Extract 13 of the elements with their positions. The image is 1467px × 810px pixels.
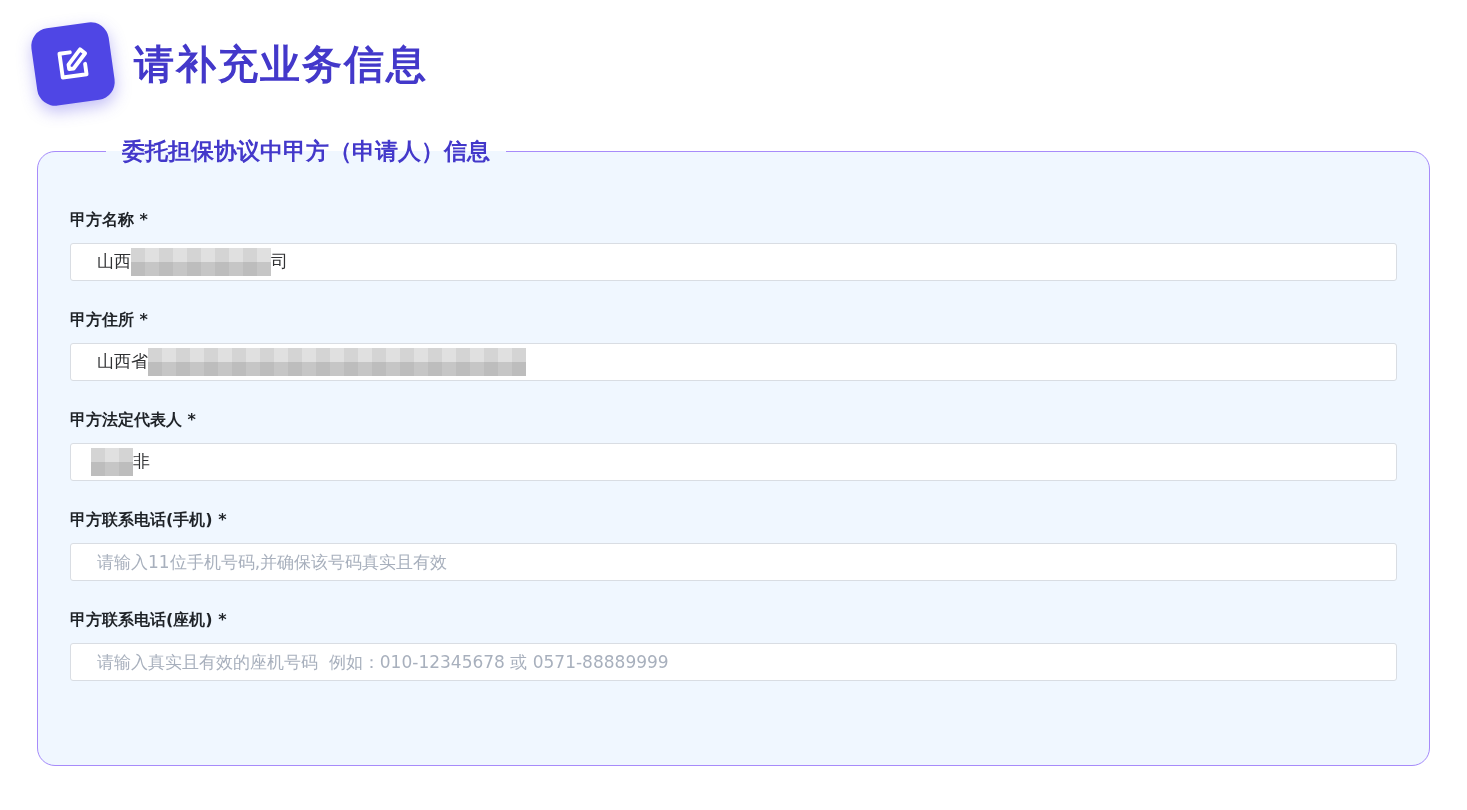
field-label: 甲方住所 * — [70, 308, 149, 331]
input-field[interactable]: 非 — [70, 442, 1397, 481]
input-field[interactable]: 请输入真实且有效的座机号码 例如：010-12345678 或 0571-88889999 — [70, 642, 1397, 681]
field-label: 甲方联系电话(座机) * — [70, 608, 228, 631]
page-title: 请补充业务信息 — [134, 40, 428, 89]
field-label: 甲方法定代表人 * — [70, 408, 197, 431]
field-label: 甲方名称 * — [70, 208, 149, 231]
field-label: 甲方联系电话(手机) * — [70, 508, 228, 531]
input-field[interactable]: 山西 司 — [70, 242, 1397, 281]
input-field[interactable]: 请输入11位手机号码,并确保该号码真实且有效 — [70, 542, 1397, 581]
redaction-mosaic — [91, 447, 133, 476]
input-field[interactable]: 山西省 — [70, 342, 1397, 381]
section-title: 委托担保协议中甲方（申请人）信息 — [121, 137, 491, 166]
